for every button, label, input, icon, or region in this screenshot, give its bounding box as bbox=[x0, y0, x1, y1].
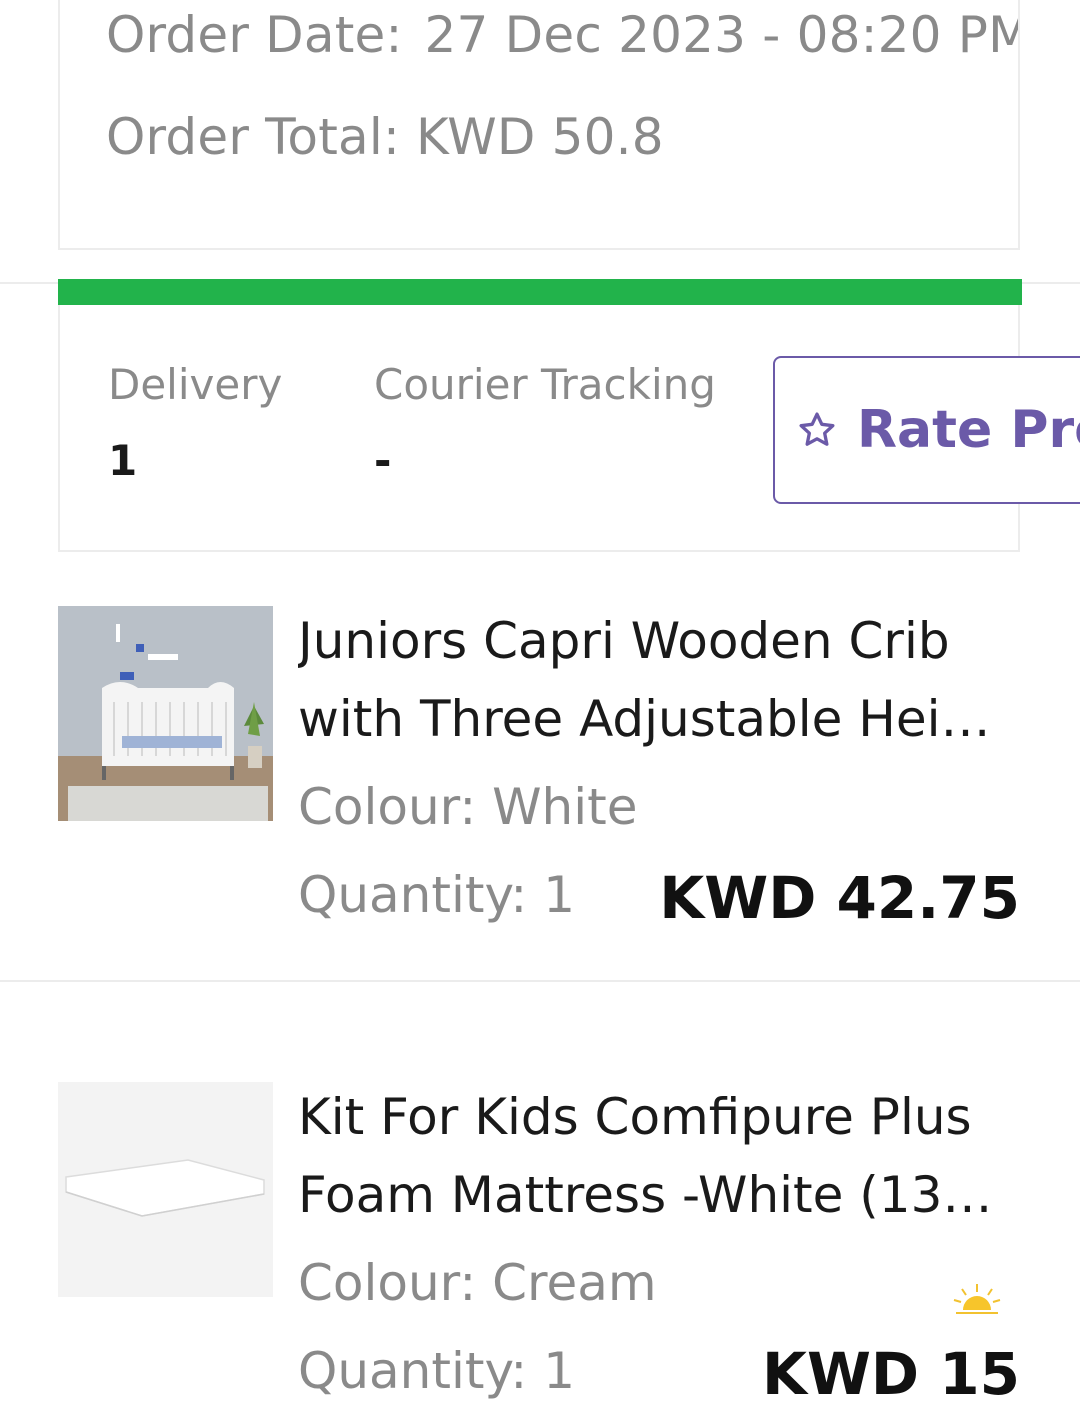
order-summary-card: Order Date: 27 Dec 2023 - 08:20 PM (C Ord… bbox=[58, 0, 1020, 250]
rate-product-label: Rate Proc bbox=[857, 400, 1080, 460]
order-date-label: Order Date: bbox=[106, 6, 403, 64]
quantity-label: Quantity: bbox=[298, 1342, 528, 1400]
product-price: KWD 15 bbox=[762, 1340, 1020, 1408]
colour-label: Colour: bbox=[298, 1254, 477, 1312]
sun-icon[interactable] bbox=[950, 1282, 1004, 1322]
courier-tracking-value: - bbox=[374, 436, 392, 485]
order-total-label: Order Total: bbox=[106, 108, 401, 166]
product-colour: Colour: White bbox=[298, 778, 638, 836]
rate-product-button[interactable]: Rate Proc bbox=[773, 356, 1080, 504]
colour-value: Cream bbox=[492, 1254, 657, 1312]
product-title-line1[interactable]: Kit For Kids Comfipure Plus bbox=[298, 1078, 1028, 1156]
courier-tracking-label: Courier Tracking bbox=[374, 360, 716, 409]
quantity-label: Quantity: bbox=[298, 866, 528, 924]
order-date-row: Order Date: 27 Dec 2023 - 08:20 PM (C bbox=[106, 6, 1018, 64]
product-title-line1[interactable]: Juniors Capri Wooden Crib bbox=[298, 602, 1028, 680]
product-image-crib[interactable] bbox=[58, 606, 273, 821]
colour-value: White bbox=[492, 778, 638, 836]
product-quantity: Quantity: 1 bbox=[298, 1342, 575, 1400]
quantity-value: 1 bbox=[543, 1342, 575, 1400]
product-title-line2[interactable]: with Three Adjustable Hei… bbox=[298, 680, 1028, 758]
quantity-value: 1 bbox=[543, 866, 575, 924]
product-colour: Colour: Cream bbox=[298, 1254, 657, 1312]
star-outline-icon bbox=[799, 412, 835, 446]
delivery-progress-bar bbox=[58, 279, 1022, 305]
product-image-mattress[interactable] bbox=[58, 1082, 273, 1297]
order-date-value: 27 Dec 2023 - 08:20 PM (C bbox=[424, 6, 1018, 64]
product-title-line2[interactable]: Foam Mattress -White (13… bbox=[298, 1156, 1028, 1234]
delivery-label: Delivery bbox=[108, 360, 283, 409]
divider bbox=[0, 980, 1080, 982]
order-total-row: Order Total: KWD 50.8 bbox=[106, 108, 664, 166]
delivery-value: 1 bbox=[108, 436, 138, 485]
product-quantity: Quantity: 1 bbox=[298, 866, 575, 924]
order-total-value: KWD 50.8 bbox=[416, 108, 664, 166]
colour-label: Colour: bbox=[298, 778, 477, 836]
product-price: KWD 42.75 bbox=[659, 864, 1020, 932]
